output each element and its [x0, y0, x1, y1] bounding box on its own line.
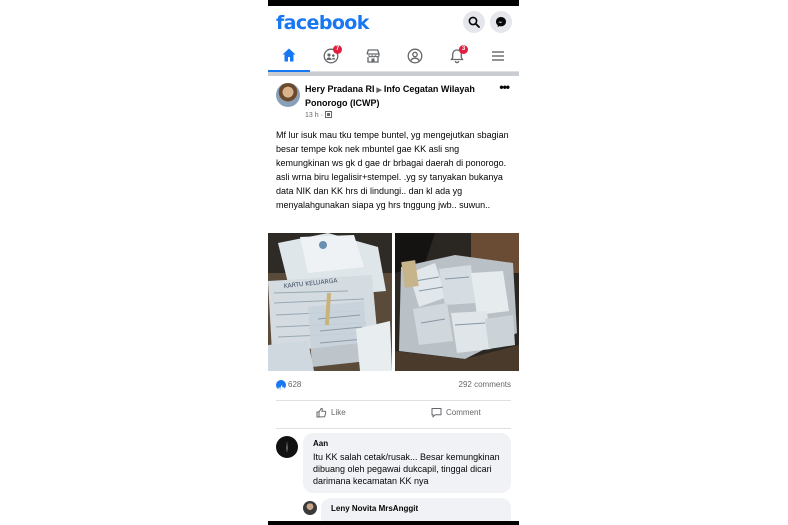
phone-screen: facebook 7 3 Hery Pradana RI ▶ Info Cega… — [268, 0, 519, 525]
comment-author[interactable]: Aan — [313, 439, 328, 448]
like-button[interactable]: Like — [316, 407, 346, 418]
comment-button[interactable]: Comment — [431, 407, 481, 418]
post-timestamp[interactable]: 13 h · — [305, 111, 332, 119]
notifications-badge: 3 — [459, 45, 468, 54]
post-body: Mf lur isuk mau tku tempe buntel, yg men… — [276, 130, 509, 210]
profile-icon — [407, 48, 423, 64]
search-icon — [468, 16, 480, 28]
post-header: Hery Pradana RI ▶ Info Cegatan Wilayah Pon… — [268, 76, 519, 124]
commenter-avatar[interactable] — [276, 436, 298, 458]
tab-profile[interactable] — [394, 40, 436, 72]
like-reaction-icon — [276, 380, 286, 391]
tab-bar: 7 3 — [268, 40, 519, 72]
tab-marketplace[interactable] — [352, 40, 394, 72]
search-button[interactable] — [463, 11, 485, 33]
messenger-icon — [496, 17, 506, 27]
thumbs-up-icon — [316, 407, 327, 418]
tab-menu[interactable] — [477, 40, 519, 72]
author-avatar[interactable] — [276, 83, 300, 107]
comment-text: Itu KK salah cetak/rusak... Besar kemung… — [313, 452, 500, 486]
reaction-counts: 628 292 comments — [268, 377, 519, 393]
like-count[interactable]: 628 — [288, 380, 301, 389]
divider — [276, 400, 511, 401]
photo-kk-documents[interactable]: KARTU KELUARGA — [268, 233, 392, 371]
photo-image: KARTU KELUARGA — [268, 233, 392, 371]
comment-label: Comment — [446, 408, 481, 417]
author-name[interactable]: Hery Pradana RI — [305, 84, 375, 94]
post-photos: KARTU KELUARGA — [268, 233, 519, 371]
nav-gesture-bar — [268, 521, 519, 525]
tab-notifications[interactable]: 3 — [436, 40, 478, 72]
triangle-right-icon: ▶ — [376, 87, 382, 94]
app-header: facebook — [268, 6, 519, 40]
messenger-button[interactable] — [490, 11, 512, 33]
photo-image-2 — [395, 233, 519, 371]
comment-count[interactable]: 292 comments — [459, 380, 511, 389]
hamburger-icon — [492, 51, 504, 61]
tab-home[interactable] — [268, 40, 310, 72]
like-label: Like — [331, 408, 346, 417]
comment-icon — [431, 408, 442, 418]
divider — [276, 428, 511, 429]
more-options-icon[interactable]: ••• — [499, 80, 510, 94]
tab-friends[interactable]: 7 — [310, 40, 352, 72]
post-author-line: Hery Pradana RI ▶ Info Cegatan Wilayah Pon… — [305, 83, 495, 109]
friends-badge: 7 — [333, 45, 342, 54]
reply-author[interactable]: Leny Novita MrsAnggit — [331, 504, 418, 513]
image-privacy-icon — [324, 111, 332, 118]
post-time: 13 h · — [305, 112, 323, 119]
comment-bubble[interactable]: Aan Itu KK salah cetak/rusak... Besar ke… — [303, 433, 511, 493]
reply-avatar[interactable] — [303, 501, 317, 515]
home-icon — [282, 48, 296, 62]
marketplace-icon — [366, 49, 380, 63]
facebook-logo[interactable]: facebook — [276, 12, 369, 34]
photo-tempe-wrapped[interactable] — [395, 233, 519, 371]
post-actions: Like Comment — [268, 403, 519, 425]
